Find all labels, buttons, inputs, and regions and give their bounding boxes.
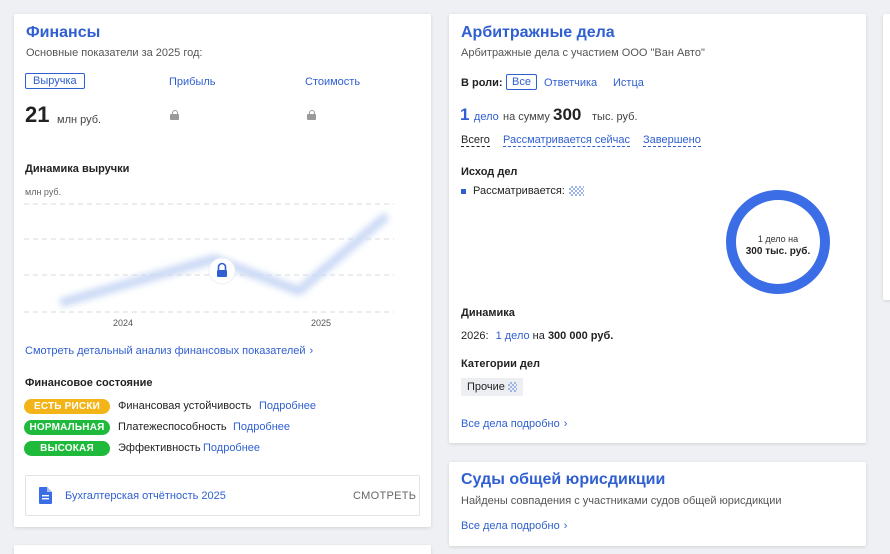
outcome-donut: 1 дело на 300 тыс. руб.	[726, 190, 830, 294]
masked-value-icon	[507, 382, 517, 393]
profit-lock-icon	[170, 110, 179, 120]
donut-line2: 300 тыс. руб.	[745, 246, 811, 257]
chart-title: Динамика выручки	[25, 163, 130, 175]
courts-all-label: Все дела подробно	[461, 520, 560, 532]
efficiency-label: Эффективность	[118, 442, 201, 454]
sum-value: 300	[553, 105, 582, 124]
finance-title: Финансы	[26, 24, 101, 41]
fin-stability-more-link[interactable]: Подробнее	[259, 400, 316, 412]
document-icon	[39, 487, 52, 504]
status-badge: ВЫСОКАЯ	[24, 441, 110, 456]
case-count-number: 1	[460, 105, 470, 124]
role-all-tab[interactable]: Все	[506, 74, 537, 90]
arbitration-title: Арбитражные дела	[461, 24, 615, 41]
all-cases-label: Все дела подробно	[461, 418, 560, 430]
category-tag-label: Прочие	[467, 381, 505, 393]
chevron-right-icon: ›	[563, 418, 568, 430]
dynamics-sum: 300 000 руб.	[547, 330, 614, 342]
filter-pending[interactable]: Рассматривается сейчас	[503, 134, 630, 147]
report-link[interactable]: Бухгалтерская отчётность 2025	[65, 490, 226, 502]
tab-value[interactable]: Стоимость	[305, 76, 360, 88]
courts-subtitle: Найдены совпадения с участниками судов о…	[461, 495, 782, 507]
role-all-label: Все	[512, 76, 531, 88]
category-tag[interactable]: Прочие	[461, 378, 523, 396]
tab-revenue[interactable]: Выручка	[25, 73, 85, 89]
tab-profit[interactable]: Прибыль	[169, 76, 216, 88]
finance-card: Финансы Основные показатели за 2025 год:…	[14, 14, 431, 527]
details-analysis-link[interactable]: Смотреть детальный анализ финансовых пок…	[25, 345, 313, 357]
report-view-button[interactable]: СМОТРЕТЬ	[353, 490, 416, 502]
x-tick-label: 2024	[113, 318, 134, 328]
legend-marker	[461, 189, 466, 194]
courts-card: Суды общей юрисдикции Найдены совпадения…	[449, 462, 866, 546]
outcome-title: Исход дел	[461, 166, 518, 178]
chart-lock-icon	[208, 257, 236, 285]
tab-revenue-label: Выручка	[33, 75, 77, 87]
finance-subtitle: Основные показатели за 2025 год:	[26, 47, 203, 59]
masked-value-icon	[569, 186, 584, 196]
chevron-right-icon: ›	[563, 520, 568, 532]
sum-unit: тыс. руб.	[592, 111, 638, 123]
value-lock-icon	[307, 110, 316, 120]
courts-title: Суды общей юрисдикции	[461, 471, 666, 488]
dynamics-row: 2026: 1 дело на 300 000 руб.	[461, 330, 613, 342]
dynamics-title: Динамика	[461, 307, 515, 319]
solvency-label: Платежеспособность	[118, 421, 227, 433]
report-row[interactable]: Бухгалтерская отчётность 2025 СМОТРЕТЬ	[25, 475, 420, 516]
categories-title: Категории дел	[461, 358, 541, 370]
sum-prefix: на сумму	[503, 111, 550, 123]
x-tick-label: 2025	[311, 318, 332, 328]
revenue-unit: млн руб.	[57, 114, 102, 126]
outcome-pending-label: Рассматривается:	[473, 185, 565, 197]
role-plaintiff-tab[interactable]: Истца	[613, 77, 644, 89]
dynamics-case-link[interactable]: 1 дело	[496, 330, 530, 342]
chevron-right-icon: ›	[309, 345, 314, 357]
donut-line1: 1 дело на	[757, 234, 799, 244]
all-cases-link[interactable]: Все дела подробно ›	[461, 418, 567, 430]
filter-total[interactable]: Всего	[461, 134, 490, 147]
fin-state-title: Финансовое состояние	[25, 377, 153, 389]
case-count[interactable]: 1 дело	[460, 105, 499, 125]
role-label: В роли:	[461, 77, 503, 89]
arbitration-card: Арбитражные дела Арбитражные дела с учас…	[449, 14, 866, 443]
right-side-partial-card	[883, 14, 890, 300]
next-card-partial	[14, 545, 431, 554]
status-badge: НОРМАЛЬНАЯ	[24, 420, 110, 435]
courts-all-link[interactable]: Все дела подробно ›	[461, 520, 567, 532]
revenue-value: 21	[25, 102, 50, 127]
dynamics-on: на	[532, 330, 545, 342]
case-count-word: дело	[473, 111, 499, 123]
solvency-more-link[interactable]: Подробнее	[233, 421, 290, 433]
filter-completed[interactable]: Завершено	[643, 134, 701, 147]
revenue-chart	[24, 203, 394, 313]
fin-stability-label: Финансовая устойчивость	[118, 400, 252, 412]
arbitration-subtitle: Арбитражные дела с участием ООО "Ван Авт…	[461, 47, 705, 59]
dynamics-year: 2026:	[461, 330, 489, 342]
efficiency-more-link[interactable]: Подробнее	[203, 442, 260, 454]
details-analysis-label: Смотреть детальный анализ финансовых пок…	[25, 345, 306, 357]
status-badge: ЕСТЬ РИСКИ	[24, 399, 110, 414]
role-defendant-tab[interactable]: Ответчика	[544, 77, 597, 89]
